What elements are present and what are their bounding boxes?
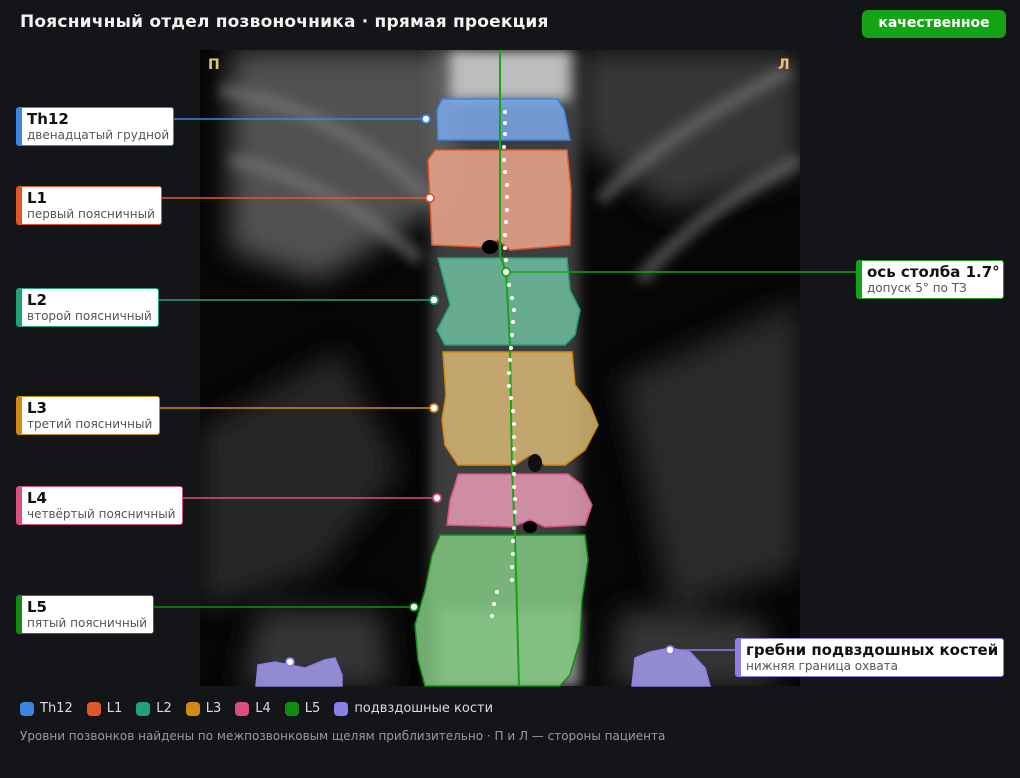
callout-th12-desc: двенадцатый грудной (27, 128, 170, 142)
callout-l2-desc: второй поясничный (27, 309, 152, 323)
legend-item-th12[interactable]: Th12 (20, 701, 73, 716)
callout-l5[interactable]: L5 пятый поясничный (16, 595, 154, 634)
xray-image (200, 50, 800, 686)
legend-item-l5[interactable]: L5 (284, 701, 320, 716)
callout-l1-name: L1 (27, 189, 47, 207)
callout-l5-desc: пятый поясничный (27, 616, 147, 630)
footnote: Уровни позвонков найдены по межпозвонков… (20, 729, 666, 743)
callout-iliac-crests[interactable]: гребни подвздошных костей нижняя граница… (735, 638, 1004, 677)
legend-item-l2[interactable]: L2 (136, 701, 172, 716)
callout-l4-desc: четвёртый поясничный (27, 507, 176, 521)
callout-spine-axis[interactable]: ось столба 1.7° допуск 5° по ТЗ (856, 260, 1004, 299)
callout-th12[interactable]: Th12 двенадцатый грудной (16, 107, 174, 146)
callout-l1[interactable]: L1 первый поясничный (16, 186, 162, 225)
callout-l4[interactable]: L4 четвёртый поясничный (16, 486, 183, 525)
callout-l2-name: L2 (27, 291, 47, 309)
callout-l2[interactable]: L2 второй поясничный (16, 288, 159, 327)
side-label-left: Л (778, 57, 790, 73)
callout-l4-name: L4 (27, 489, 47, 507)
axis-tolerance-note: допуск 5° по ТЗ (867, 281, 967, 295)
callout-l3-name: L3 (27, 399, 47, 417)
legend-item-l4[interactable]: L4 (235, 701, 271, 716)
quality-badge[interactable]: качественное (862, 10, 1006, 38)
legend-item-iliac[interactable]: подвздошные кости (334, 701, 493, 716)
side-label-right: П (208, 57, 220, 73)
callout-l1-desc: первый поясничный (27, 207, 155, 221)
callout-l5-name: L5 (27, 598, 47, 616)
axis-angle-value: ось столба 1.7° (867, 263, 1000, 281)
legend: Th12 L1 L2 L3 L4 L5 подвздошные кости (20, 701, 507, 716)
callout-th12-name: Th12 (27, 110, 69, 128)
page-title: Поясничный отдел позвоночника · прямая п… (20, 12, 549, 32)
callout-l3-desc: третий поясничный (27, 417, 153, 431)
iliac-callout-name: гребни подвздошных костей (746, 641, 999, 659)
legend-item-l1[interactable]: L1 (86, 701, 122, 716)
callout-l3[interactable]: L3 третий поясничный (16, 396, 160, 435)
iliac-callout-desc: нижняя граница охвата (746, 659, 899, 673)
legend-item-l3[interactable]: L3 (185, 701, 221, 716)
